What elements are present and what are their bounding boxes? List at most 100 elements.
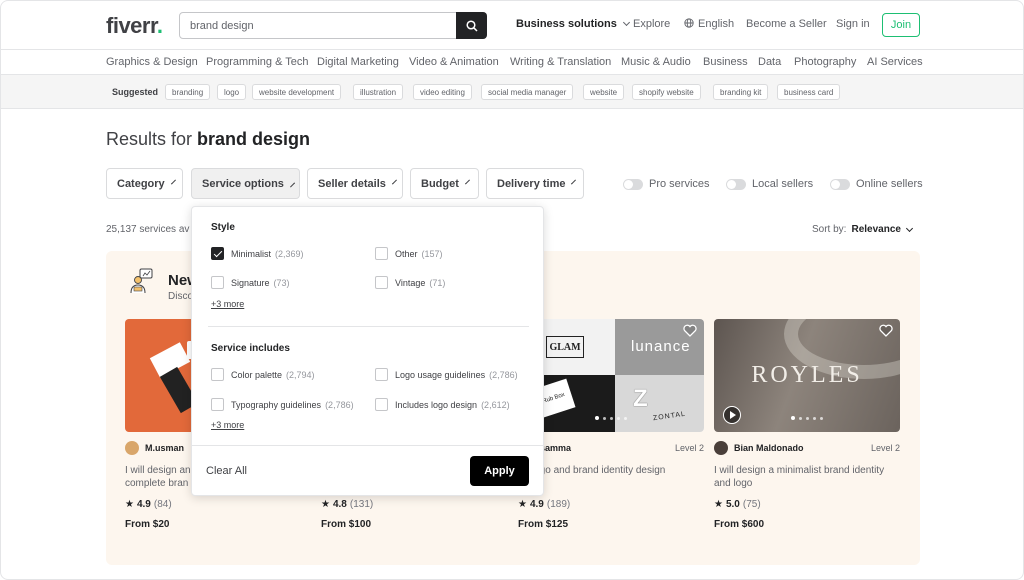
play-icon[interactable] (723, 406, 741, 424)
suggested-chip[interactable]: logo (217, 84, 247, 100)
search-input[interactable] (180, 13, 456, 38)
category-digital-marketing[interactable]: Digital Marketing (317, 56, 399, 68)
fiverr-logo[interactable]: fiverr. (106, 13, 163, 39)
carousel-dot[interactable] (820, 416, 823, 420)
option-typography-guidelines[interactable]: Typography guidelines (2,786) (211, 398, 354, 411)
filter-category[interactable]: Category (106, 168, 183, 199)
gig-title[interactable]: do logo and brand identity design (518, 464, 704, 477)
carousel-dot[interactable] (595, 416, 599, 420)
seller-name[interactable]: Bian Maldonado (734, 443, 804, 453)
chevron-down-icon (622, 18, 630, 27)
checkbox[interactable] (375, 247, 388, 260)
suggested-chip[interactable]: website (583, 84, 625, 100)
checkbox[interactable] (211, 368, 224, 381)
top-header: fiverr. Business solutions Explore Engli… (1, 1, 1023, 50)
suggested-chip[interactable]: website development (252, 84, 342, 100)
filter-service-options[interactable]: Service options (191, 168, 300, 199)
tile-zontal: Z ZONTAL (615, 375, 704, 432)
category-graphics-design[interactable]: Graphics & Design (106, 56, 198, 68)
toggle-local-sellers[interactable]: Local sellers (726, 178, 813, 190)
toggle-switch[interactable] (830, 178, 850, 190)
style-more-link[interactable]: +3 more (211, 299, 244, 309)
carousel-dot[interactable] (603, 416, 606, 420)
category-video-animation[interactable]: Video & Animation (409, 56, 499, 68)
apply-button[interactable]: Apply (470, 456, 529, 486)
toggle-switch[interactable] (623, 178, 643, 190)
filter-seller-details[interactable]: Seller details (307, 168, 403, 199)
option-vintage[interactable]: Vintage (71) (375, 276, 445, 289)
gig-card[interactable]: ROYLES Bian Maldonado Level 2 I will des… (714, 319, 900, 530)
filter-budget[interactable]: Budget (410, 168, 479, 199)
carousel-dot[interactable] (799, 416, 802, 420)
category-music-audio[interactable]: Music & Audio (621, 56, 691, 68)
star-icon: ★ (321, 499, 330, 510)
option-minimalist[interactable]: Minimalist (2,369) (211, 247, 304, 260)
carousel-dot[interactable] (610, 416, 613, 420)
carousel-dots[interactable] (518, 416, 704, 420)
option-signature[interactable]: Signature (73) (211, 276, 290, 289)
option-color-palette[interactable]: Color palette (2,794) (211, 368, 315, 381)
nav-become-seller[interactable]: Become a Seller (746, 18, 827, 30)
suggested-chip[interactable]: social media manager (481, 84, 574, 100)
sort-by[interactable]: Sort by: Relevance (812, 224, 913, 235)
category-business[interactable]: Business (703, 56, 748, 68)
dropdown-footer: Clear All Apply (192, 445, 543, 495)
category-data[interactable]: Data (758, 56, 781, 68)
gig-image[interactable]: GLAM lunance the Rub Box Z ZONTAL (518, 319, 704, 432)
heart-icon[interactable] (683, 324, 697, 337)
category-ai-services[interactable]: AI Services (867, 56, 923, 68)
suggested-chip[interactable]: business card (777, 84, 841, 100)
includes-more-link[interactable]: +3 more (211, 420, 244, 430)
star-icon: ★ (518, 499, 527, 510)
avatar[interactable] (714, 441, 728, 455)
browser-frame: fiverr. Business solutions Explore Engli… (0, 0, 1024, 580)
nav-sign-in[interactable]: Sign in (836, 18, 870, 30)
toggle-switch[interactable] (726, 178, 746, 190)
gig-title[interactable]: I will design a minimalist brand identit… (714, 464, 900, 490)
chevron-down-icon (391, 179, 397, 185)
search-button[interactable] (456, 12, 487, 39)
seller-name[interactable]: M.usman (145, 443, 184, 453)
nav-language[interactable]: English (684, 18, 734, 30)
option-other[interactable]: Other (157) (375, 247, 443, 260)
carousel-dot[interactable] (791, 416, 795, 420)
seller-row: K Valsamma Level 2 (518, 440, 704, 456)
suggested-chip[interactable]: branding (165, 84, 211, 100)
checkbox[interactable] (211, 276, 224, 289)
carousel-dot[interactable] (813, 416, 816, 420)
carousel-dot[interactable] (617, 416, 620, 420)
category-writing-translation[interactable]: Writing & Translation (510, 56, 611, 68)
star-icon: ★ (714, 499, 723, 510)
toggle-online-sellers[interactable]: Online sellers (830, 178, 923, 190)
checkbox[interactable] (375, 276, 388, 289)
gig-card[interactable]: GLAM lunance the Rub Box Z ZONTAL K Vals… (518, 319, 704, 530)
suggested-chip[interactable]: video editing (413, 84, 472, 100)
checkbox[interactable] (211, 247, 224, 260)
toggle-pro-services[interactable]: Pro services (623, 178, 710, 190)
carousel-dots[interactable] (714, 416, 900, 420)
filter-delivery-time[interactable]: Delivery time (486, 168, 584, 199)
gig-image[interactable]: ROYLES (714, 319, 900, 432)
review-count: (189) (546, 499, 571, 510)
category-programming-tech[interactable]: Programming & Tech (206, 56, 309, 68)
nav-explore[interactable]: Explore (633, 18, 670, 30)
avatar[interactable] (125, 441, 139, 455)
heart-icon[interactable] (879, 324, 893, 337)
join-button[interactable]: Join (882, 13, 920, 37)
clear-all-button[interactable]: Clear All (206, 465, 247, 477)
star-icon: ★ (125, 499, 134, 510)
carousel-dot[interactable] (624, 416, 627, 420)
gig-title-line: do logo and brand identity design (518, 465, 666, 476)
nav-business-solutions[interactable]: Business solutions (516, 18, 630, 30)
category-photography[interactable]: Photography (794, 56, 856, 68)
checkbox[interactable] (375, 368, 388, 381)
checkbox[interactable] (375, 398, 388, 411)
suggested-chip[interactable]: shopify website (632, 84, 701, 100)
checkbox[interactable] (211, 398, 224, 411)
carousel-dot[interactable] (806, 416, 809, 420)
option-includes-logo-design[interactable]: Includes logo design (2,612) (375, 398, 510, 411)
suggested-chip[interactable]: illustration (353, 84, 404, 100)
option-logo-usage-guidelines[interactable]: Logo usage guidelines (2,786) (375, 368, 518, 381)
suggested-chip[interactable]: branding kit (713, 84, 769, 100)
globe-icon (684, 18, 694, 28)
